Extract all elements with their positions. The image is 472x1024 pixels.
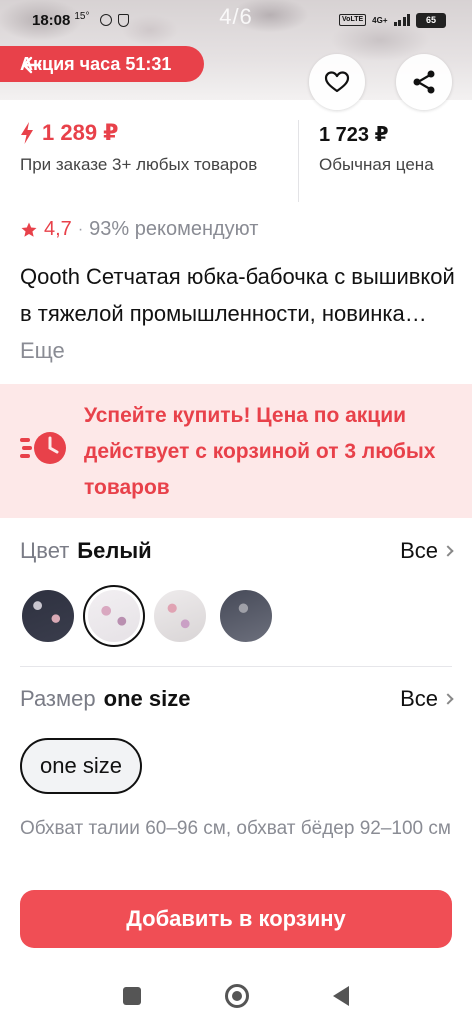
star-icon bbox=[21, 222, 37, 237]
regular-price: 1 723 ₽ bbox=[319, 124, 389, 146]
back-icon[interactable] bbox=[333, 986, 349, 1006]
regular-price-label: Обычная цена bbox=[319, 155, 434, 174]
heart-icon bbox=[324, 71, 350, 93]
promo-price: 1 289 ₽ bbox=[20, 120, 280, 146]
color-section-header[interactable]: Цвет Белый Все bbox=[20, 538, 454, 564]
color-swatch-selected[interactable] bbox=[83, 585, 145, 647]
gallery-counter: 4/6 bbox=[219, 4, 253, 29]
color-swatch[interactable] bbox=[218, 588, 274, 644]
color-value: Белый bbox=[77, 538, 152, 563]
rating-value: 4,7 bbox=[44, 218, 72, 240]
size-measurements: Обхват талии 60–96 см, обхват бёдер 92–1… bbox=[20, 818, 451, 839]
system-nav-bar bbox=[0, 968, 472, 1024]
price-divider bbox=[298, 120, 299, 202]
chevron-right-icon bbox=[442, 693, 454, 705]
size-value: one size bbox=[103, 686, 191, 711]
promo-price-condition: При заказе 3+ любых товаров bbox=[20, 155, 258, 174]
section-divider bbox=[20, 666, 452, 667]
color-swatch[interactable] bbox=[20, 588, 76, 644]
lightning-icon bbox=[21, 122, 33, 144]
size-label: Размер bbox=[20, 686, 96, 711]
rating-row[interactable]: 4,7 · 93% рекомендуют bbox=[20, 218, 258, 241]
promo-banner-text: Успейте купить! Цена по акции действует … bbox=[84, 404, 436, 499]
back-arrow-icon[interactable] bbox=[20, 53, 44, 77]
recent-apps-icon[interactable] bbox=[123, 987, 141, 1005]
home-icon[interactable] bbox=[225, 984, 249, 1008]
size-all-button[interactable]: Все bbox=[400, 686, 454, 712]
rating-separator: · bbox=[77, 220, 84, 238]
color-swatches bbox=[20, 585, 274, 647]
add-to-cart-button[interactable]: Добавить в корзину bbox=[20, 890, 452, 948]
price-block: 1 289 ₽ При заказе 3+ любых товаров 1 72… bbox=[0, 100, 472, 212]
promo-banner: Успейте купить! Цена по акции действует … bbox=[0, 384, 472, 518]
title-more-link[interactable]: Еще bbox=[20, 338, 65, 363]
color-label: Цвет bbox=[20, 538, 70, 563]
size-section-header[interactable]: Размер one size Все bbox=[20, 686, 454, 712]
product-title: Qooth Сетчатая юбка-бабочка с вышивкой в… bbox=[20, 264, 455, 363]
share-icon bbox=[413, 70, 435, 94]
fast-timer-icon bbox=[20, 432, 66, 464]
color-all-button[interactable]: Все bbox=[400, 538, 454, 564]
size-option-chip[interactable]: one size bbox=[20, 738, 142, 794]
chevron-right-icon bbox=[442, 545, 454, 557]
recommend-percent: 93% рекомендуют bbox=[89, 218, 259, 240]
color-swatch[interactable] bbox=[152, 588, 208, 644]
